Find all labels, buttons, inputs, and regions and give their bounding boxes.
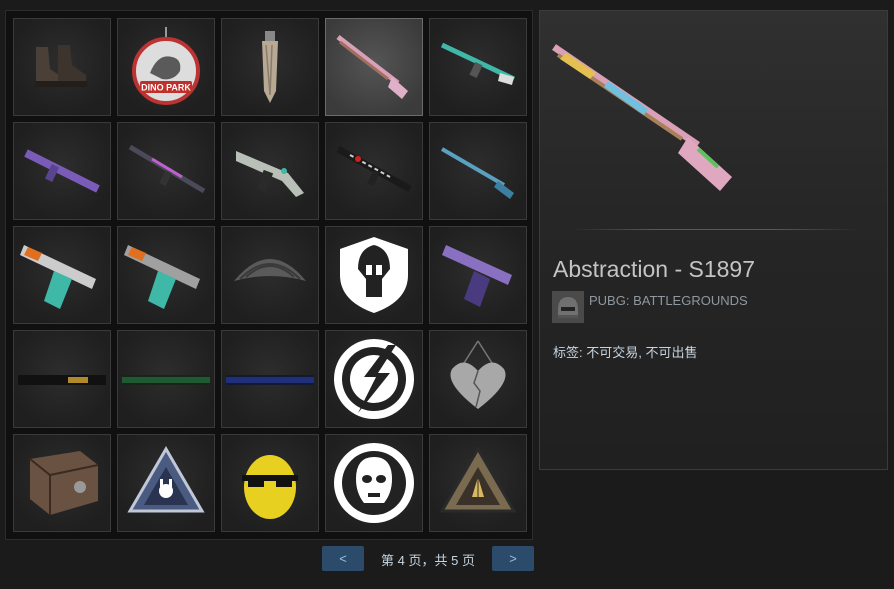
luchador-emblem-icon bbox=[334, 443, 414, 523]
item-tags: 标签: 不可交易, 不可出售 bbox=[553, 345, 698, 360]
game-name[interactable]: PUBG: BATTLEGROUNDS bbox=[589, 293, 748, 308]
inventory-slot-11[interactable] bbox=[13, 226, 111, 324]
inventory-slot-8[interactable] bbox=[221, 122, 319, 220]
triangle-bunny-icon bbox=[127, 446, 205, 513]
inventory-slot-16[interactable] bbox=[13, 330, 111, 428]
scarf-icon bbox=[262, 31, 278, 103]
pagination: < 第 4 页，共 5 页 > bbox=[322, 546, 534, 571]
shotgun-blue-icon bbox=[440, 147, 514, 199]
rifle-black-red-icon bbox=[336, 145, 412, 193]
lemon-sunglasses-icon bbox=[242, 455, 298, 519]
inventory-grid: DINO PARK bbox=[5, 10, 533, 540]
vector-smg-icon bbox=[236, 151, 304, 197]
inventory-slot-22[interactable] bbox=[117, 434, 215, 532]
prev-page-button[interactable]: < bbox=[322, 546, 364, 571]
next-page-button[interactable]: > bbox=[492, 546, 534, 571]
badge-text: DINO PARK bbox=[141, 83, 191, 93]
rifle-teal-icon bbox=[440, 42, 516, 85]
inventory-slot-6[interactable] bbox=[13, 122, 111, 220]
inventory-slot-15[interactable] bbox=[429, 226, 527, 324]
divider bbox=[570, 229, 860, 230]
heart-pendant-icon bbox=[450, 340, 506, 409]
inventory-slot-3[interactable] bbox=[221, 18, 319, 116]
smg-purple-icon bbox=[24, 149, 100, 193]
inventory-slot-7[interactable] bbox=[117, 122, 215, 220]
inventory-slot-24[interactable] bbox=[325, 434, 423, 532]
inventory-slot-4[interactable] bbox=[325, 18, 423, 116]
banner-yellow-icon bbox=[18, 375, 106, 385]
pubg-helmet-icon bbox=[552, 291, 584, 323]
rifle-purple-icon bbox=[128, 144, 206, 194]
inventory-slot-5[interactable] bbox=[429, 18, 527, 116]
banner-green-icon bbox=[122, 375, 210, 385]
inventory-slot-18[interactable] bbox=[221, 330, 319, 428]
inventory-slot-23[interactable] bbox=[221, 434, 319, 532]
shotgun-icon bbox=[336, 35, 408, 99]
inventory-slot-10[interactable] bbox=[429, 122, 527, 220]
game-info: PUBG: BATTLEGROUNDS bbox=[552, 291, 748, 323]
lightning-emblem-icon bbox=[334, 339, 414, 419]
pistol-purple-icon bbox=[442, 245, 512, 307]
pistol-orange-2-icon bbox=[124, 245, 200, 309]
inventory-slot-20[interactable] bbox=[429, 330, 527, 428]
inventory-slot-13[interactable] bbox=[221, 226, 319, 324]
item-details-panel: Abstraction - S1897 PUBG: BATTLEGROUNDS … bbox=[539, 10, 888, 470]
page-indicator: 第 4 页，共 5 页 bbox=[381, 553, 475, 568]
boots-icon bbox=[35, 45, 87, 87]
inventory-slot-17[interactable] bbox=[117, 330, 215, 428]
inventory-slot-21[interactable] bbox=[13, 434, 111, 532]
shotgun-icon bbox=[552, 44, 732, 191]
banner-blue-icon bbox=[226, 375, 314, 385]
inventory-slot-14[interactable] bbox=[325, 226, 423, 324]
item-title: Abstraction - S1897 bbox=[553, 256, 756, 282]
inventory-slot-12[interactable] bbox=[117, 226, 215, 324]
inventory-slot-1[interactable] bbox=[13, 18, 111, 116]
inventory-slot-2[interactable]: DINO PARK bbox=[117, 18, 215, 116]
triangle-gold-icon bbox=[439, 446, 517, 513]
spartan-helmet-emblem-icon bbox=[340, 237, 408, 313]
inventory-slot-9[interactable] bbox=[325, 122, 423, 220]
parachute-icon bbox=[234, 259, 306, 281]
pistol-orange-icon bbox=[20, 245, 96, 309]
crate-icon bbox=[29, 451, 99, 515]
inventory-slot-19[interactable] bbox=[325, 330, 423, 428]
inventory-slot-25[interactable] bbox=[429, 434, 527, 532]
dino-park-badge-icon: DINO PARK bbox=[132, 27, 200, 105]
